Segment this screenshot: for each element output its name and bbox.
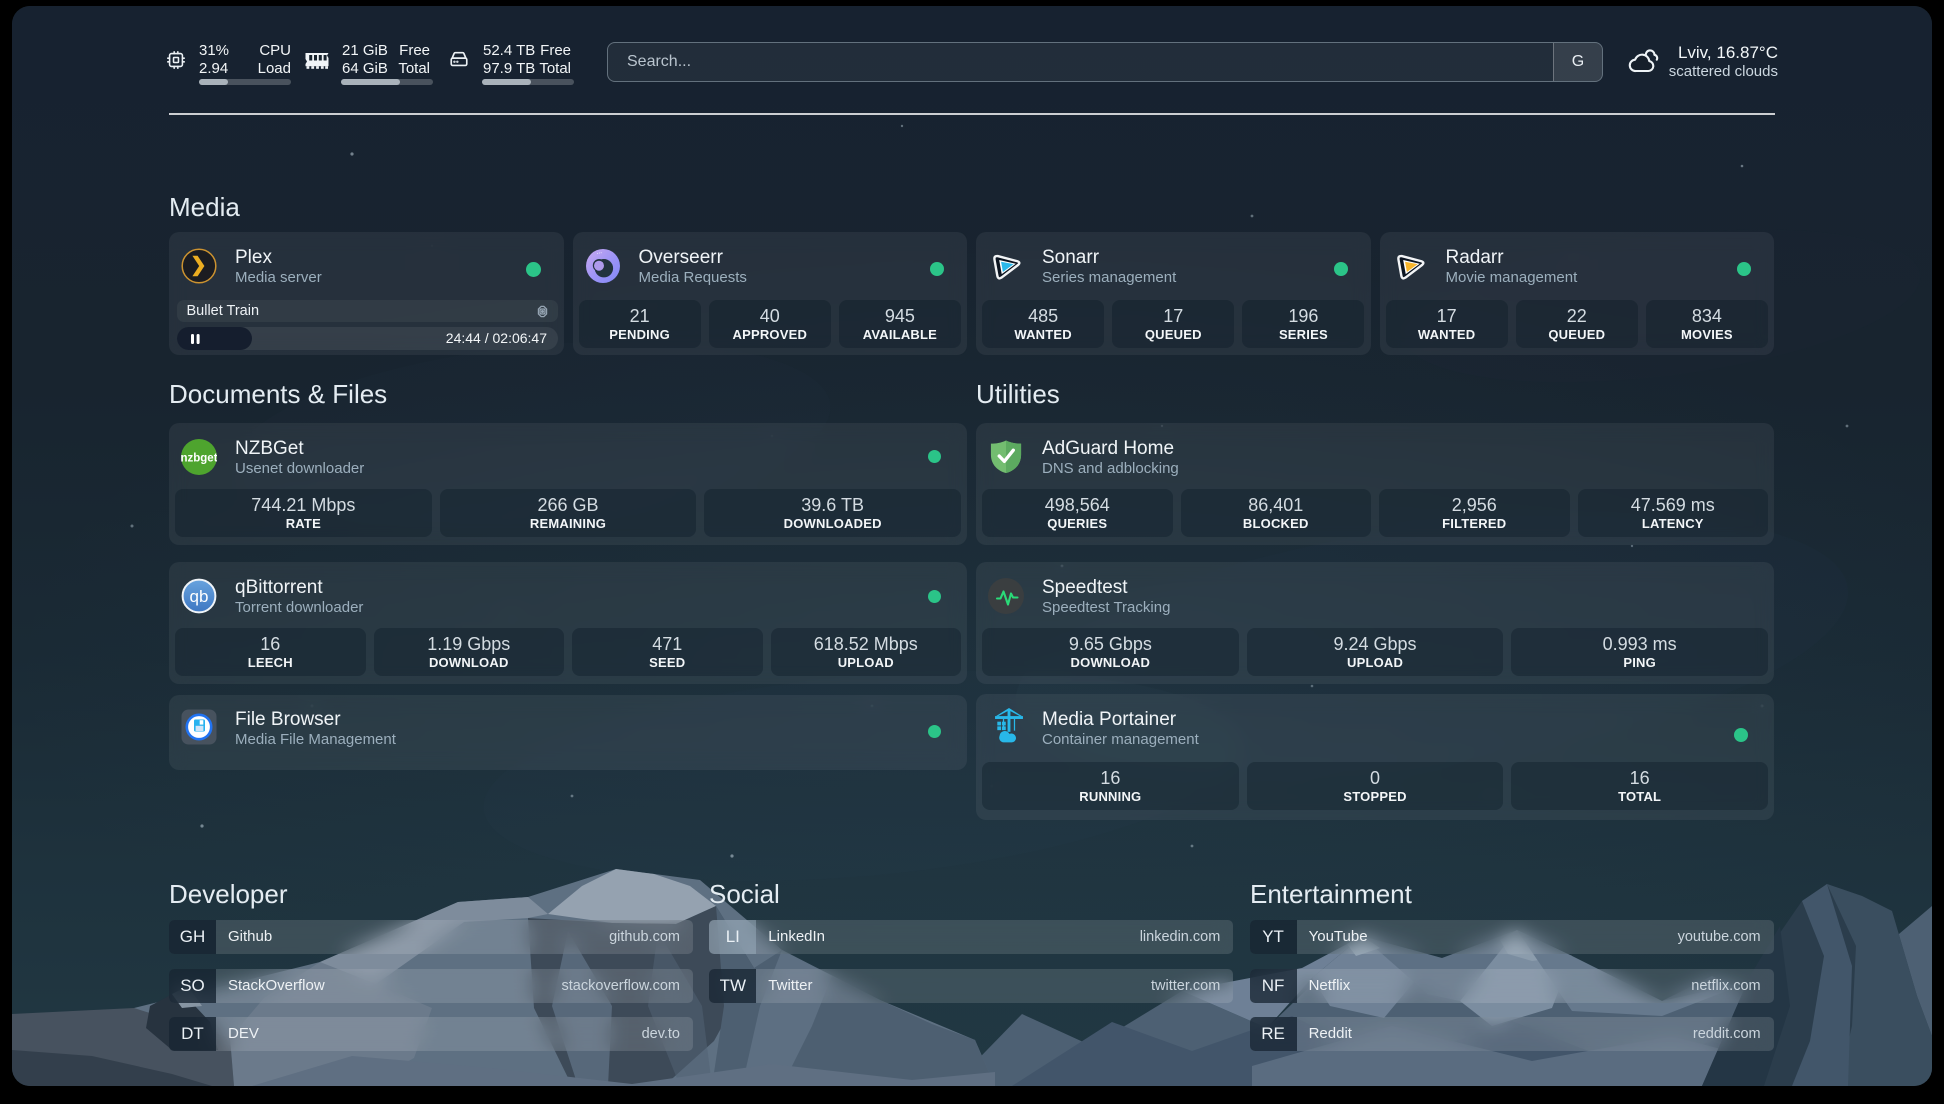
svg-text:qb: qb — [190, 587, 209, 606]
svg-text:nzbget: nzbget — [181, 453, 217, 465]
